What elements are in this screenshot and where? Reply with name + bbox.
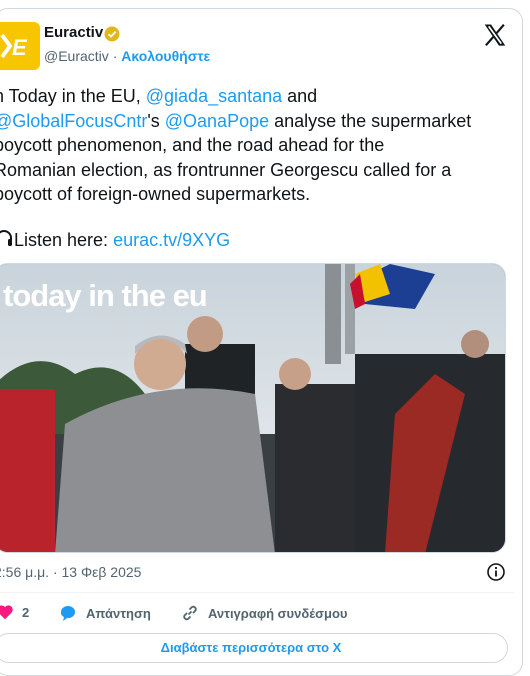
avatar[interactable]: E: [0, 22, 40, 70]
svg-text:E: E: [12, 35, 28, 60]
like-count: 2: [22, 604, 30, 620]
listen-link[interactable]: eurac.tv/9XYG: [113, 230, 230, 250]
copy-link-label: Αντιγραφή συνδέσμου: [208, 605, 348, 621]
listen-label: Listen here:: [14, 230, 114, 250]
tweet-text-part: and: [287, 86, 318, 106]
listen-line: Listen here: eurac.tv/9XYG: [0, 228, 230, 252]
copy-link-button[interactable]: Αντιγραφή συνδέσμου: [180, 603, 347, 623]
headphones-icon: [0, 230, 12, 246]
heart-icon: [0, 605, 13, 620]
account-name[interactable]: Euractiv: [44, 24, 103, 41]
info-icon[interactable]: [486, 562, 506, 582]
like-button[interactable]: 2: [0, 603, 29, 621]
mention-globalfocuscntr[interactable]: @GlobalFocusCntr: [0, 111, 147, 131]
tweet-actions: 2 Απάντηση Αντιγραφή συνδέσμου: [0, 603, 520, 625]
media-image[interactable]: today in the eu: [0, 263, 506, 553]
follow-button[interactable]: Ακολουθήστε: [121, 48, 210, 64]
tweet-text-part: n Today in the EU,: [0, 86, 146, 106]
verified-badge-icon: [104, 26, 120, 42]
separator: ·: [112, 48, 118, 64]
tweet-header: E Euractiv @Euractiv · Ακολουθήστε: [0, 20, 530, 70]
reply-icon: [60, 606, 76, 621]
tweet-timestamp[interactable]: 2:56 μ.μ. · 13 Φεβ 2025: [0, 564, 141, 580]
reply-label: Απάντηση: [86, 605, 151, 621]
link-icon: [183, 605, 197, 621]
tweet-text-part: 's: [147, 110, 165, 131]
mention-oanapope[interactable]: @OanaPope: [165, 111, 269, 131]
media-caption: today in the eu: [3, 278, 208, 313]
euractiv-logo-icon: E: [0, 33, 30, 60]
read-more-button[interactable]: Διαβάστε περισσότερα στο X: [0, 633, 508, 663]
account-handle[interactable]: @Euractiv: [44, 48, 109, 64]
x-logo-icon[interactable]: [482, 22, 508, 48]
reply-button[interactable]: Απάντηση: [58, 603, 151, 623]
mention-giada-santana[interactable]: @giada_santana: [146, 86, 282, 106]
tweet-text: n Today in the EU, @giada_santana and @G…: [0, 84, 514, 207]
divider: [0, 592, 514, 593]
account-handle-row: @Euractiv · Ακολουθήστε: [44, 48, 210, 64]
